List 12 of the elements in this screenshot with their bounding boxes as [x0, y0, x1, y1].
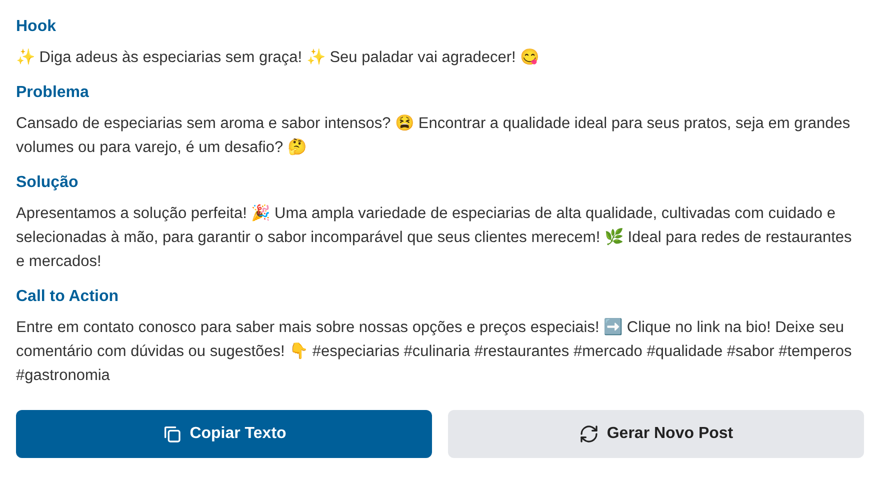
section-heading: Solução — [16, 173, 80, 193]
action-button[interactable]: Gerar Novo Post — [448, 410, 864, 458]
copy-icon — [162, 424, 182, 444]
section-text: Entre em contato conosco para saber mais sobre nossas opções e preços especiais! ➡ Clique no link na bio! Deixe seu comentário com dúvidas ou sugestões! 👇 #especiarias #culinaria #restaurantes #mercado #qualidade #sabor #temperos #gastronomia — [16, 317, 853, 386]
section-text: Cansado de especiarias sem aroma e sabor intensos? 😫 Encontrar a qualidade ideal para seus pratos, seja em grandes volumes ou para varejo, é um desafio? 🤔 — [16, 114, 852, 158]
section-text: Apresentamos a solução perfeita! 🎉 Uma ampla variedade de especiarias de alta qualidade, cultivadas com cuidado e selecionadas à mão, para garantir o sabor incomparável que seus clientes merecem! 🌿 Ideal para redes de restaurantes e mercados! — [16, 203, 853, 272]
section-heading: Problema — [16, 83, 90, 103]
section-text: ✨ Diga adeus às especiarias sem graça! ✨ Seu paladar vai agradecer! 😋 — [16, 48, 540, 68]
refresh-icon — [578, 424, 599, 444]
section-heading: Hook — [16, 17, 57, 37]
action-button[interactable]: Copiar Texto — [16, 410, 432, 458]
section-heading: Call to Action — [16, 287, 120, 307]
